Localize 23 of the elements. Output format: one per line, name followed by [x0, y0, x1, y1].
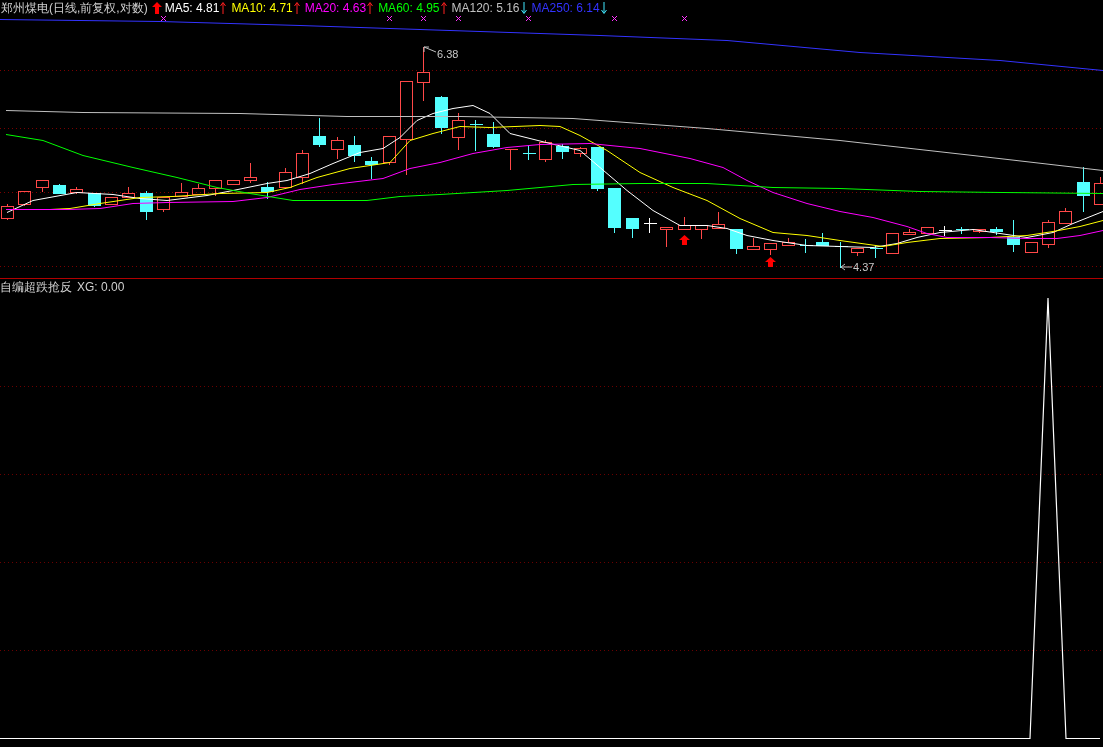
moving-average-label: MA60: 4.95: [378, 0, 440, 15]
indicator-reading: XG: 0.00: [77, 280, 125, 294]
moving-average-label: MA120: 5.16: [451, 0, 520, 15]
x-mark-icon: [525, 15, 532, 22]
moving-average-label: MA10: 4.71: [231, 0, 293, 15]
moving-average-label: MA250: 6.14: [531, 0, 600, 15]
moving-average-label: MA20: 4.63: [304, 0, 367, 15]
x-mark-icon: [160, 15, 167, 22]
x-mark-icon: [611, 15, 618, 22]
price-label: 4.37: [853, 261, 875, 273]
moving-average-label: MA5: 4.81: [164, 0, 220, 15]
x-mark-icon: [420, 15, 427, 22]
x-mark-icon: [455, 15, 462, 22]
leader-arrow: [840, 263, 853, 271]
up-arrow-icon: [151, 1, 162, 14]
up-arrow-icon: [765, 257, 776, 267]
price-label: 6.38: [437, 48, 459, 60]
x-mark-icon: [681, 15, 688, 22]
up-arrow-icon: [679, 235, 690, 245]
chart-title: 郑州煤电(日线,前复权,对数): [1, 0, 148, 15]
indicator-name: 自编超跌抢反: [0, 278, 72, 296]
leader-arrow: [423, 46, 437, 53]
x-mark-icon: [386, 15, 393, 22]
